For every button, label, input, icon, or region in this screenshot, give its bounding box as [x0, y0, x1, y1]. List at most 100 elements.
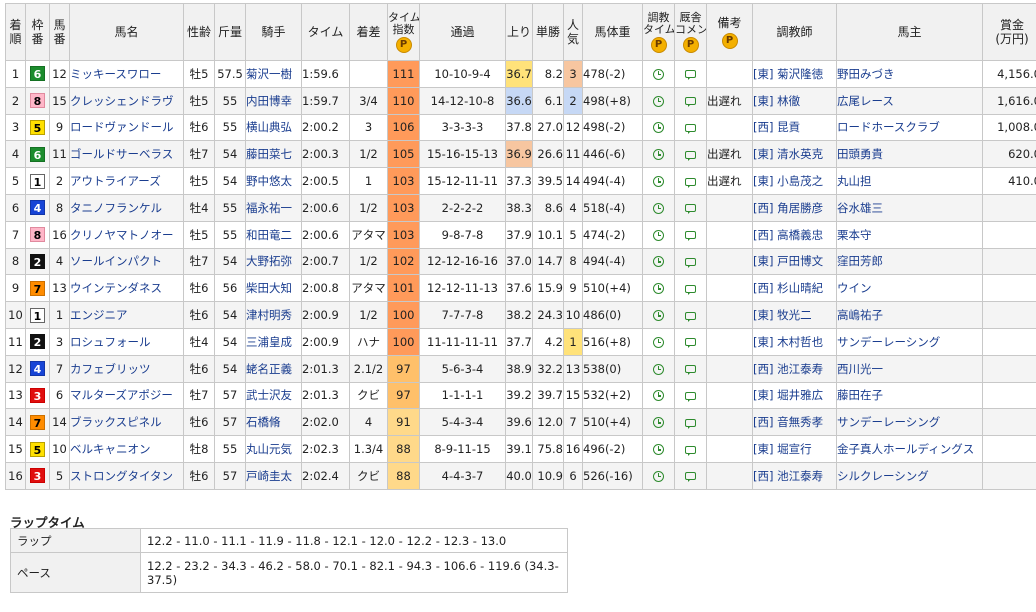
clock-icon[interactable] [653, 95, 664, 107]
jockey-link[interactable]: 蛯名正義 [245, 354, 302, 383]
trainer-text[interactable]: [東] 木村哲也 [754, 335, 824, 349]
owner-text[interactable]: 窪田芳郎 [838, 254, 884, 268]
trainer-text[interactable]: [東] 堀井雅広 [754, 388, 824, 402]
horse-name-link[interactable]: ソールインパクト [69, 247, 184, 276]
trainer-link[interactable]: [東] 堀宣行 [752, 435, 837, 463]
jockey-text[interactable]: 石橋脩 [247, 415, 281, 429]
clock-icon[interactable] [653, 417, 664, 429]
clock-icon[interactable] [653, 176, 664, 188]
clock-icon[interactable] [653, 363, 664, 375]
jockey-text[interactable]: 菊沢一樹 [247, 67, 293, 81]
clock-icon[interactable] [653, 470, 664, 482]
jockey-text[interactable]: 丸山元気 [247, 442, 293, 456]
owner-text[interactable]: 高嶋祐子 [838, 308, 884, 322]
owner-link[interactable]: 栗本守 [836, 220, 983, 249]
owner-text[interactable]: 広尾レース [838, 94, 894, 108]
clock-icon[interactable] [653, 310, 664, 322]
training-cell[interactable] [642, 60, 675, 88]
jockey-link[interactable]: 戸崎圭太 [245, 461, 302, 490]
horse-name-link[interactable]: ロードヴァンドール [69, 113, 184, 142]
comment-cell[interactable] [674, 140, 707, 169]
training-cell[interactable] [642, 274, 675, 303]
jockey-text[interactable]: 福永祐一 [247, 201, 293, 215]
comment-cell[interactable] [674, 86, 707, 115]
jockey-link[interactable]: 藤田菜七 [245, 140, 302, 169]
speech-bubble-icon[interactable] [685, 70, 696, 81]
horse-name-text[interactable]: カフェブリッツ [71, 362, 151, 376]
comment-cell[interactable] [674, 274, 707, 303]
clock-icon[interactable] [653, 390, 664, 402]
owner-text[interactable]: 田頭勇貴 [838, 147, 884, 161]
horse-name-link[interactable]: アウトライアーズ [69, 167, 184, 195]
speech-bubble-icon[interactable] [685, 177, 696, 188]
training-cell[interactable] [642, 381, 675, 410]
trainer-text[interactable]: [東] 林徹 [754, 94, 801, 108]
horse-name-text[interactable]: エンジニア [71, 308, 128, 322]
owner-text[interactable]: 栗本守 [838, 228, 872, 242]
jockey-text[interactable]: 藤田菜七 [247, 147, 293, 161]
comment-cell[interactable] [674, 435, 707, 463]
jockey-link[interactable]: 大野拓弥 [245, 247, 302, 276]
horse-name-text[interactable]: ロシュフォール [71, 335, 151, 349]
clock-icon[interactable] [653, 336, 664, 348]
trainer-link[interactable]: [東] 牧光二 [752, 301, 837, 329]
owner-link[interactable]: 広尾レース [836, 86, 983, 115]
horse-name-text[interactable]: クリノヤマトノオー [71, 228, 174, 242]
owner-text[interactable]: ロードホースクラブ [838, 120, 940, 134]
trainer-link[interactable]: [西] 池江泰寿 [752, 461, 837, 490]
trainer-text[interactable]: [西] 池江泰寿 [754, 362, 824, 376]
trainer-link[interactable]: [西] 池江泰寿 [752, 354, 837, 383]
trainer-text[interactable]: [西] 杉山晴紀 [754, 281, 824, 295]
horse-name-link[interactable]: クレッシェンドラヴ [69, 86, 184, 115]
horse-name-link[interactable]: マルターズアポジー [69, 381, 184, 410]
trainer-link[interactable]: [西] 高橋義忠 [752, 220, 837, 249]
horse-name-text[interactable]: アウトライアーズ [71, 174, 161, 188]
training-cell[interactable] [642, 86, 675, 115]
trainer-link[interactable]: [東] 小島茂之 [752, 167, 837, 195]
comment-cell[interactable] [674, 220, 707, 249]
trainer-text[interactable]: [東] 清水英克 [754, 147, 824, 161]
owner-text[interactable]: 丸山担 [838, 174, 872, 188]
speech-bubble-icon[interactable] [685, 365, 696, 376]
clock-icon[interactable] [653, 229, 664, 241]
trainer-text[interactable]: [東] 菊沢隆徳 [754, 67, 824, 81]
horse-name-link[interactable]: ゴールドサーベラス [69, 140, 184, 169]
training-cell[interactable] [642, 113, 675, 142]
jockey-link[interactable]: 三浦皇成 [245, 327, 302, 356]
horse-name-text[interactable]: ゴールドサーベラス [71, 147, 174, 161]
jockey-text[interactable]: 柴田大知 [247, 281, 293, 295]
owner-link[interactable]: サンデーレーシング [836, 408, 983, 437]
clock-icon[interactable] [653, 68, 664, 80]
comment-cell[interactable] [674, 327, 707, 356]
horse-name-link[interactable]: エンジニア [69, 301, 184, 329]
trainer-text[interactable]: [東] 戸田博文 [754, 254, 824, 268]
comment-cell[interactable] [674, 408, 707, 437]
horse-name-link[interactable]: タニノフランケル [69, 193, 184, 222]
trainer-link[interactable]: [東] 戸田博文 [752, 247, 837, 276]
horse-name-link[interactable]: ロシュフォール [69, 327, 184, 356]
training-cell[interactable] [642, 140, 675, 169]
jockey-text[interactable]: 野中悠太 [247, 174, 293, 188]
owner-text[interactable]: ウイン [838, 281, 872, 295]
jockey-text[interactable]: 三浦皇成 [247, 335, 293, 349]
comment-cell[interactable] [674, 354, 707, 383]
horse-name-text[interactable]: クレッシェンドラヴ [71, 94, 174, 108]
speech-bubble-icon[interactable] [685, 231, 696, 242]
training-cell[interactable] [642, 301, 675, 329]
trainer-link[interactable]: [東] 林徹 [752, 86, 837, 115]
jockey-link[interactable]: 和田竜二 [245, 220, 302, 249]
trainer-text[interactable]: [西] 音無秀孝 [754, 415, 824, 429]
horse-name-text[interactable]: マルターズアポジー [71, 388, 173, 402]
comment-cell[interactable] [674, 113, 707, 142]
horse-name-text[interactable]: ソールインパクト [71, 254, 163, 268]
owner-link[interactable]: 谷水雄三 [836, 193, 983, 222]
jockey-text[interactable]: 横山典弘 [247, 120, 293, 134]
owner-text[interactable]: 谷水雄三 [838, 201, 884, 215]
clock-icon[interactable] [653, 256, 664, 268]
owner-link[interactable]: 丸山担 [836, 167, 983, 195]
horse-name-link[interactable]: カフェブリッツ [69, 354, 184, 383]
owner-link[interactable]: ウイン [836, 274, 983, 303]
jockey-text[interactable]: 武士沢友 [247, 388, 293, 402]
jockey-link[interactable]: 津村明秀 [245, 301, 302, 329]
jockey-text[interactable]: 内田博幸 [247, 94, 293, 108]
